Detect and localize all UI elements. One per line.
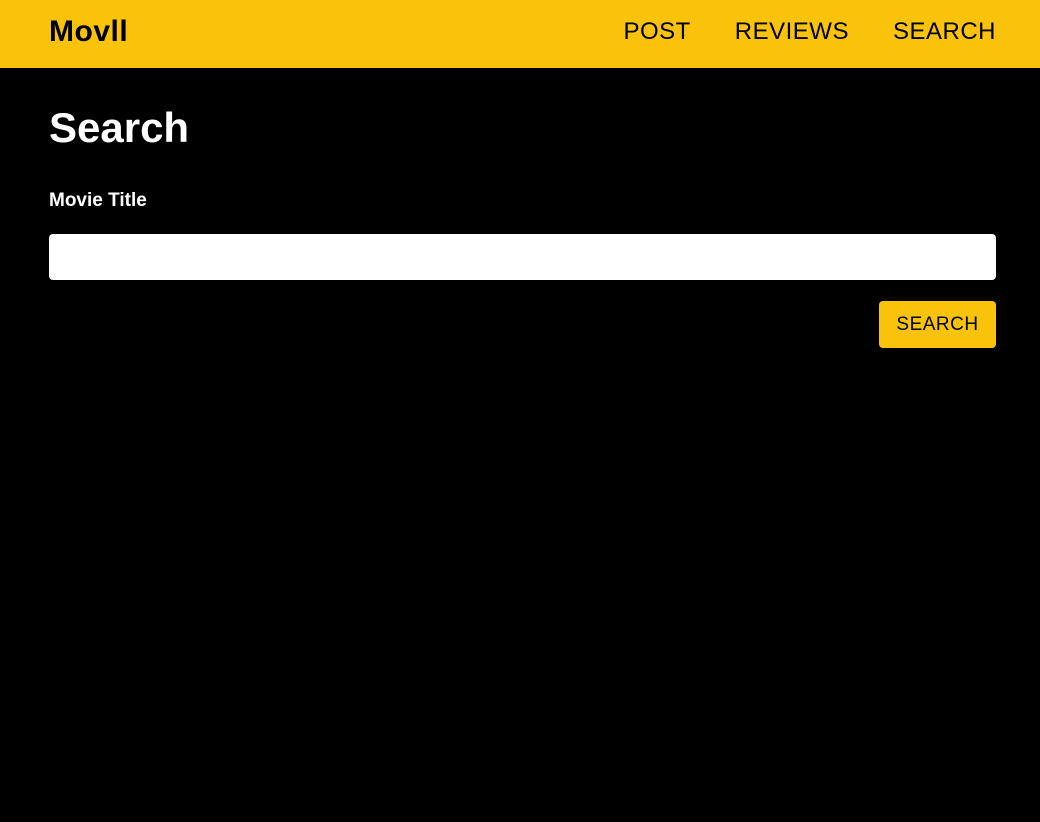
top-navbar: Movll POST REVIEWS SEARCH	[0, 0, 1040, 68]
search-button[interactable]: SEARCH	[879, 301, 996, 348]
movie-title-input[interactable]	[49, 234, 996, 280]
nav-link-search[interactable]: SEARCH	[893, 17, 996, 47]
page-title: Search	[49, 104, 190, 151]
nav-links: POST REVIEWS SEARCH	[623, 17, 996, 47]
brand-logo-link[interactable]: Movll	[49, 14, 128, 50]
movie-title-label: Movie Title	[49, 190, 147, 211]
nav-link-reviews[interactable]: REVIEWS	[735, 17, 849, 47]
nav-link-post[interactable]: POST	[623, 17, 690, 47]
